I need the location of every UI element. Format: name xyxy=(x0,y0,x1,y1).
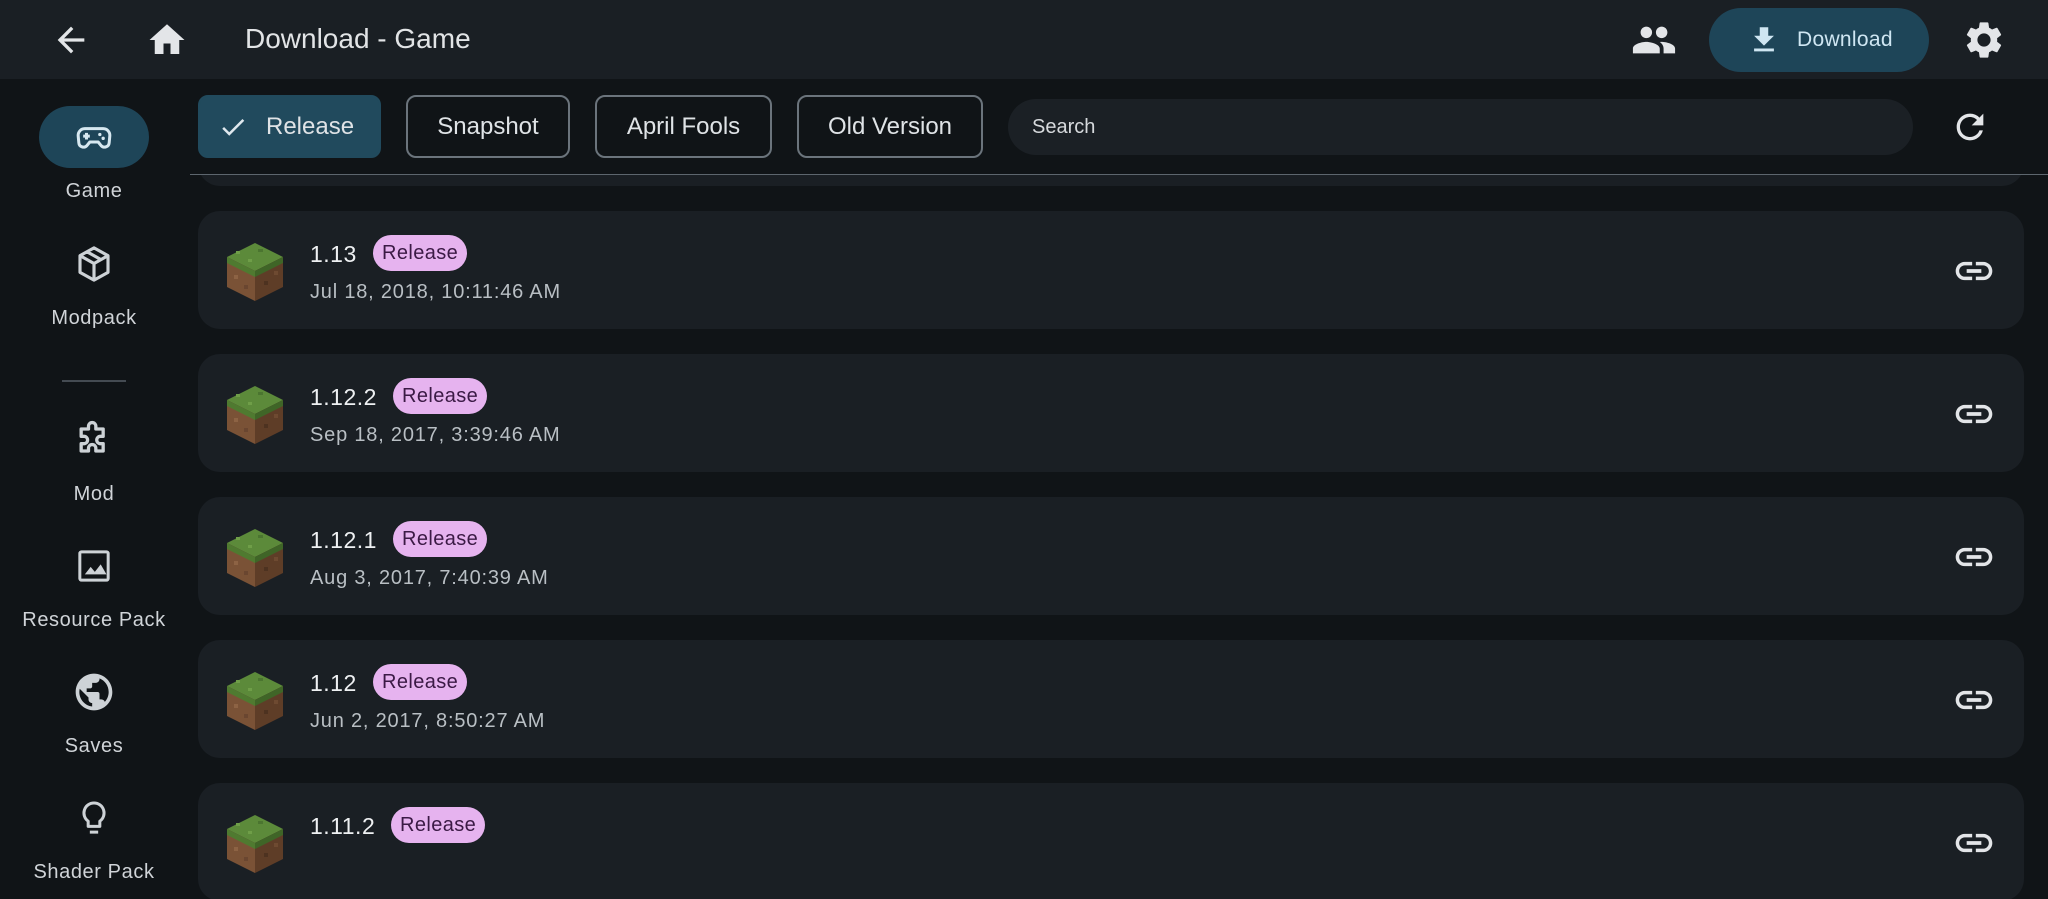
release-date: Aug 3, 2017, 7:40:39 AM xyxy=(310,567,549,589)
link-icon xyxy=(1955,404,1993,424)
version-row[interactable]: 1.13 Release Jul 18, 2018, 10:11:46 AM xyxy=(198,211,2024,329)
release-date: Jul 18, 2018, 10:11:46 AM xyxy=(310,281,561,303)
image-icon xyxy=(78,550,110,582)
filter-chip-label: Snapshot xyxy=(437,112,539,140)
nav-item-mod[interactable]: Mod xyxy=(0,409,188,519)
open-link-button[interactable] xyxy=(1952,678,1996,722)
open-link-button[interactable] xyxy=(1952,535,1996,579)
top-app-bar: Download - Game Download xyxy=(0,0,2048,79)
home-icon xyxy=(149,24,185,54)
back-button[interactable] xyxy=(43,12,99,68)
nav-icon-slot xyxy=(39,535,149,597)
gear-icon xyxy=(1966,22,2002,58)
release-type-badge: Release xyxy=(393,521,488,557)
open-link-button[interactable] xyxy=(1952,392,1996,436)
accounts-button[interactable] xyxy=(1626,12,1682,68)
open-link-button[interactable] xyxy=(1952,821,1996,865)
home-button[interactable] xyxy=(139,12,195,68)
page-title: Download - Game xyxy=(245,23,471,54)
version-row[interactable]: 1.12.1 Release Aug 3, 2017, 7:40:39 AM xyxy=(198,497,2024,615)
nav-icon-slot xyxy=(39,787,149,849)
nav-item-modpack[interactable]: Modpack xyxy=(0,233,188,343)
nav-label-mod: Mod xyxy=(73,483,115,505)
link-icon xyxy=(1955,261,1993,281)
release-date: Jun 2, 2017, 8:50:27 AM xyxy=(310,710,546,732)
refresh-button[interactable] xyxy=(1942,99,1998,155)
filter-chip-release[interactable]: Release xyxy=(198,95,381,158)
download-icon xyxy=(1754,27,1774,52)
nav-icon-slot xyxy=(39,233,149,295)
nav-item-shader-pack[interactable]: Shader Pack xyxy=(0,787,188,897)
refresh-icon xyxy=(1956,113,1984,141)
filter-chip-april-fools[interactable]: April Fools xyxy=(595,95,772,158)
version-list[interactable]: 1.13.1 Release Aug 22, 2018, 9:03:42 AM … xyxy=(198,175,2024,899)
filter-bar: Release Snapshot April Fools Old Version xyxy=(190,79,2048,175)
version-number: 1.12.1 xyxy=(310,527,377,553)
puzzle-icon xyxy=(79,420,105,453)
nav-label-saves: Saves xyxy=(64,735,124,757)
version-number: 1.13 xyxy=(310,241,357,267)
release-type-badge: Release xyxy=(393,378,488,414)
nav-label-game: Game xyxy=(65,180,123,202)
nav-icon-slot xyxy=(39,409,149,471)
link-icon xyxy=(1955,833,1993,853)
nav-label-modpack: Modpack xyxy=(51,307,137,329)
gamepad-icon xyxy=(76,127,112,149)
version-row[interactable]: 1.12 Release Jun 2, 2017, 8:50:27 AM xyxy=(198,640,2024,758)
search-input[interactable] xyxy=(1008,99,1913,155)
open-link-button[interactable] xyxy=(1952,249,1996,293)
people-icon xyxy=(1632,26,1676,54)
lightbulb-icon xyxy=(82,801,106,834)
version-number: 1.11.2 xyxy=(310,813,376,839)
grass-block-icon xyxy=(227,672,283,730)
filter-chip-old-version[interactable]: Old Version xyxy=(797,95,983,158)
download-button-label: Download xyxy=(1797,28,1893,51)
globe-icon xyxy=(75,673,113,711)
release-type-badge: Release xyxy=(373,235,468,271)
download-button[interactable]: Download xyxy=(1709,8,1929,72)
nav-label-resource-pack: Resource Pack xyxy=(22,609,166,631)
nav-indicator xyxy=(39,106,149,168)
filter-chip-label: Old Version xyxy=(827,112,953,140)
nav-icon-slot xyxy=(39,661,149,723)
nav-item-saves[interactable]: Saves xyxy=(0,661,188,771)
version-number: 1.12 xyxy=(310,670,357,696)
filter-chip-label: Release xyxy=(266,112,355,140)
link-icon xyxy=(1955,690,1993,710)
navigation-rail: Game Modpack Mod Resource Pack Saves Sha… xyxy=(0,79,190,899)
release-type-badge: Release xyxy=(373,664,468,700)
grass-block-icon xyxy=(227,243,283,301)
settings-button[interactable] xyxy=(1956,12,2012,68)
filter-chip-label: April Fools xyxy=(626,112,741,140)
check-icon xyxy=(222,118,245,136)
link-icon xyxy=(1955,547,1993,567)
arrow-left-icon xyxy=(57,26,85,54)
nav-item-resource-pack[interactable]: Resource Pack xyxy=(0,535,188,645)
filter-chip-snapshot[interactable]: Snapshot xyxy=(406,95,570,158)
nav-label-shader-pack: Shader Pack xyxy=(33,861,155,883)
grass-block-icon xyxy=(227,815,283,873)
grass-block-icon xyxy=(227,529,283,587)
package-icon xyxy=(78,246,110,282)
version-row[interactable]: 1.12.2 Release Sep 18, 2017, 3:39:46 AM xyxy=(198,354,2024,472)
release-type-badge: Release xyxy=(391,807,486,843)
version-row[interactable]: 1.13.1 Release Aug 22, 2018, 9:03:42 AM xyxy=(198,175,2024,186)
version-row[interactable]: 1.11.2 Release xyxy=(198,783,2024,899)
nav-item-game[interactable]: Game xyxy=(0,106,188,216)
search-field[interactable] xyxy=(1008,99,1913,155)
nav-divider xyxy=(62,380,126,382)
version-number: 1.12.2 xyxy=(310,384,377,410)
grass-block-icon xyxy=(227,386,283,444)
release-date: Sep 18, 2017, 3:39:46 AM xyxy=(310,424,561,446)
